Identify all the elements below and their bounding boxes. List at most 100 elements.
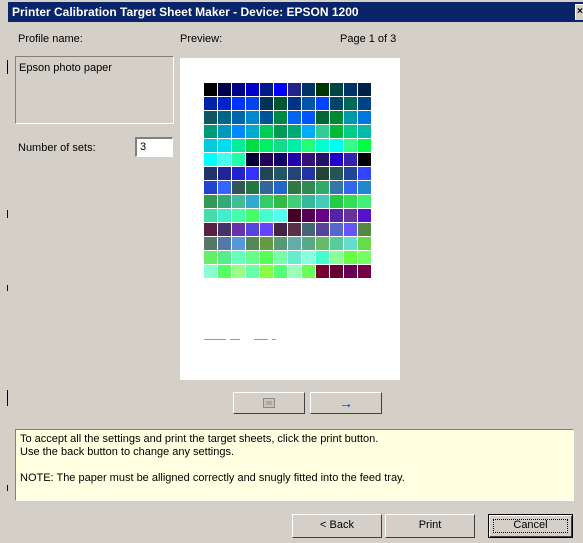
color-patch — [330, 111, 343, 124]
close-button[interactable]: × — [575, 4, 583, 20]
color-patch — [344, 223, 357, 236]
next-page-button[interactable]: → — [310, 392, 382, 414]
color-patch — [344, 111, 357, 124]
color-patch — [302, 83, 315, 96]
color-patch — [218, 139, 231, 152]
instruction-line: To accept all the settings and print the… — [20, 433, 379, 445]
color-patch — [358, 195, 371, 208]
color-patch — [246, 209, 259, 222]
back-page-icon — [263, 398, 275, 408]
color-patch — [288, 111, 301, 124]
color-patch — [204, 111, 217, 124]
color-patch — [344, 153, 357, 166]
color-patch — [288, 195, 301, 208]
color-patch — [246, 181, 259, 194]
color-patch — [344, 167, 357, 180]
color-patch — [204, 83, 217, 96]
color-patch — [330, 265, 343, 278]
note-line: NOTE: The paper must be alligned correct… — [20, 472, 405, 484]
profile-name-field[interactable]: Epson photo paper — [15, 56, 174, 124]
color-patch — [274, 97, 287, 110]
color-patch — [274, 139, 287, 152]
color-patch — [218, 125, 231, 138]
edge-mark — [7, 390, 8, 406]
window-left-edge — [0, 0, 8, 543]
previous-page-button[interactable] — [233, 392, 305, 414]
color-patch — [218, 237, 231, 250]
color-patch — [274, 195, 287, 208]
color-patch — [316, 167, 329, 180]
color-patch — [260, 125, 273, 138]
color-patch — [274, 237, 287, 250]
color-patch — [330, 195, 343, 208]
color-patch — [232, 167, 245, 180]
color-patch — [330, 181, 343, 194]
color-patch — [218, 209, 231, 222]
color-patch — [204, 209, 217, 222]
color-patch — [330, 83, 343, 96]
page-indicator: Page 1 of 3 — [340, 33, 397, 45]
color-patch — [260, 237, 273, 250]
color-patch — [218, 251, 231, 264]
edge-mark — [7, 210, 8, 218]
color-patch — [316, 83, 329, 96]
color-patch — [260, 209, 273, 222]
color-patch — [288, 153, 301, 166]
color-patch — [358, 83, 371, 96]
color-patch — [358, 167, 371, 180]
color-patch — [246, 111, 259, 124]
color-patch — [288, 125, 301, 138]
cancel-button[interactable]: Cancel — [488, 514, 573, 538]
color-patch — [358, 251, 371, 264]
color-patch — [344, 209, 357, 222]
print-button[interactable]: Print — [385, 514, 475, 538]
color-patch — [232, 125, 245, 138]
color-patch — [344, 125, 357, 138]
color-patch — [288, 97, 301, 110]
color-patch — [358, 153, 371, 166]
color-patch — [246, 265, 259, 278]
instruction-line: Use the back button to change any settin… — [20, 446, 235, 458]
color-patch — [330, 223, 343, 236]
color-patch — [274, 251, 287, 264]
edge-mark — [7, 60, 8, 74]
color-patch — [316, 139, 329, 152]
right-arrow-icon: → — [339, 395, 353, 411]
number-of-sets-input[interactable]: 3 — [135, 137, 173, 157]
color-patch — [204, 153, 217, 166]
color-patch — [218, 181, 231, 194]
color-patch — [204, 223, 217, 236]
color-patch — [288, 265, 301, 278]
color-patch — [288, 139, 301, 152]
color-patch — [204, 265, 217, 278]
color-patch — [358, 111, 371, 124]
color-patch — [232, 181, 245, 194]
profile-name-label: Profile name: — [18, 33, 83, 45]
color-patch — [288, 251, 301, 264]
color-patch — [274, 181, 287, 194]
edge-mark — [7, 485, 8, 491]
color-patch — [358, 97, 371, 110]
color-patch — [204, 97, 217, 110]
color-patch — [344, 251, 357, 264]
color-patch — [316, 153, 329, 166]
color-patch — [274, 223, 287, 236]
color-patch — [316, 111, 329, 124]
color-patch — [344, 83, 357, 96]
color-patch — [260, 83, 273, 96]
color-patch — [232, 251, 245, 264]
color-patch — [302, 153, 315, 166]
back-button[interactable]: < Back — [292, 514, 382, 538]
color-patch — [316, 251, 329, 264]
title-bar[interactable]: Printer Calibration Target Sheet Maker -… — [8, 2, 583, 22]
color-patch — [218, 97, 231, 110]
color-patch — [232, 223, 245, 236]
color-patch — [260, 167, 273, 180]
color-patch — [302, 167, 315, 180]
color-patch — [204, 195, 217, 208]
color-patch — [218, 223, 231, 236]
color-patch — [288, 223, 301, 236]
color-patch — [330, 153, 343, 166]
color-patch — [218, 83, 231, 96]
color-patch — [302, 223, 315, 236]
